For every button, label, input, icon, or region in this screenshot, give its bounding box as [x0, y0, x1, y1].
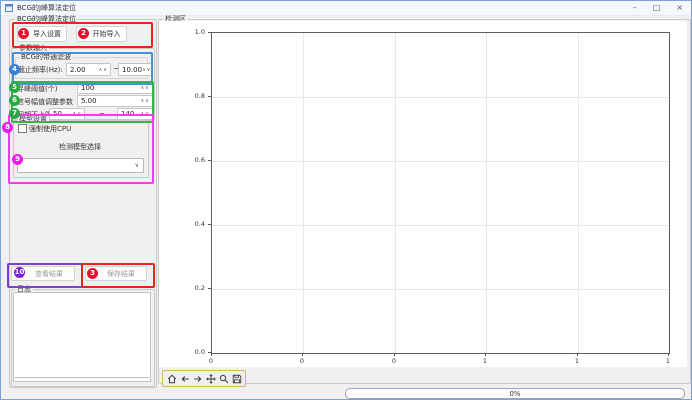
spinner-up-down-icon[interactable]: ∧∨ — [142, 67, 153, 73]
zoom-icon[interactable] — [219, 374, 229, 384]
x-tick-label: 0 — [209, 357, 213, 365]
x-tick-label: 1 — [666, 357, 670, 365]
gridline — [212, 161, 669, 162]
app-icon — [5, 4, 13, 12]
y-tick — [208, 224, 211, 225]
model-settings-group-label: 模型设置 — [17, 115, 49, 124]
force-cpu-checkbox[interactable] — [18, 124, 27, 133]
left-panel-group-label: BCG的J峰算法定位 — [15, 15, 78, 24]
gridline — [395, 33, 396, 353]
chevron-down-icon: ∨ — [135, 162, 143, 169]
cutoff-low-spinbox[interactable]: 2.00 ∧∨ — [66, 63, 111, 76]
y-tick — [208, 352, 211, 353]
bandpass-group-label: BCG的带通滤波 — [19, 53, 73, 62]
home-icon[interactable] — [167, 374, 177, 384]
progress-label: 0% — [509, 390, 520, 398]
x-tick-label: 0 — [392, 357, 396, 365]
y-tick-label: 0.2 — [183, 284, 205, 292]
amp-adjust-spinbox[interactable]: 5.00 ∧∨ — [77, 95, 153, 107]
y-tick — [208, 160, 211, 161]
cutoff-high-spinbox[interactable]: 10.00 ∧∨ — [118, 63, 152, 76]
y-tick-label: 1.0 — [183, 28, 205, 36]
plot-canvas[interactable]: 0 0 0 1 1 1 1.0 0.8 0.6 0.4 0.2 0.0 — [159, 21, 687, 367]
window-title: BCG的J峰算法定位 — [17, 3, 76, 13]
spinner-up-down-icon[interactable]: ∧∨ — [73, 111, 84, 117]
gridline — [303, 33, 304, 353]
gridline — [578, 33, 579, 353]
spinner-up-down-icon[interactable]: ∧∨ — [141, 111, 152, 117]
force-cpu-label: 强制使用CPU — [29, 124, 71, 134]
log-textarea[interactable] — [13, 292, 151, 382]
gridline — [212, 225, 669, 226]
x-tick — [485, 353, 486, 356]
y-tick — [208, 32, 211, 33]
start-import-button[interactable]: 开始导入 — [76, 26, 127, 42]
title-bar: BCG的J峰算法定位 – □ × — [1, 1, 691, 16]
close-button[interactable]: × — [676, 1, 683, 15]
save-icon[interactable] — [232, 374, 242, 384]
y-tick-label: 0.4 — [183, 220, 205, 228]
y-tick-label: 0.0 — [183, 348, 205, 356]
x-tick-label: 1 — [575, 357, 579, 365]
spinner-up-down-icon[interactable]: ∧∨ — [99, 67, 110, 73]
back-arrow-icon[interactable] — [180, 374, 190, 384]
x-tick — [577, 353, 578, 356]
x-tick-label: 1 — [483, 357, 487, 365]
pan-icon[interactable] — [206, 374, 216, 384]
x-tick — [394, 353, 395, 356]
maximize-button[interactable]: □ — [653, 1, 661, 15]
x-tick — [668, 353, 669, 356]
model-select-label: 检测模型选择 — [13, 142, 147, 152]
amp-adjust-label: 信号幅值调整参数 — [17, 97, 73, 107]
import-settings-button[interactable]: 导入设置 — [17, 26, 67, 42]
plot-axes[interactable] — [211, 32, 670, 354]
y-tick-label: 0.6 — [183, 156, 205, 164]
interval-range-tilde: ~ — [99, 110, 105, 118]
param-input-group-label: 参数输入 — [17, 44, 49, 53]
x-tick — [302, 353, 303, 356]
minimize-button[interactable]: – — [633, 1, 637, 15]
app-window: BCG的J峰算法定位 – □ × BCG的J峰算法定位 导入设置 开始导入 参数… — [0, 0, 692, 400]
peak-count-label: 寻峰阈值(个) — [17, 84, 57, 94]
log-scrollbar[interactable] — [15, 377, 149, 378]
spinner-up-down-icon[interactable]: ∧∨ — [141, 85, 152, 91]
x-tick — [211, 353, 212, 356]
view-results-button[interactable]: 查看结果 — [11, 266, 75, 281]
plot-toolbar — [162, 370, 246, 387]
gridline — [212, 97, 669, 98]
y-tick-label: 0.8 — [183, 92, 205, 100]
peak-count-spinbox[interactable]: 100 ∧∨ — [77, 82, 153, 94]
y-tick — [208, 288, 211, 289]
x-tick-label: 0 — [300, 357, 304, 365]
forward-arrow-icon[interactable] — [193, 374, 203, 384]
save-results-button[interactable]: 保存结果 — [85, 266, 147, 281]
progress-bar: 0% — [345, 388, 685, 399]
spinner-up-down-icon[interactable]: ∧∨ — [141, 98, 152, 104]
gridline — [212, 289, 669, 290]
gridline — [486, 33, 487, 353]
y-tick — [208, 96, 211, 97]
model-select-combobox[interactable]: ∨ — [17, 158, 144, 173]
cutoff-frequency-label: 截止频率(Hz): — [18, 65, 63, 75]
